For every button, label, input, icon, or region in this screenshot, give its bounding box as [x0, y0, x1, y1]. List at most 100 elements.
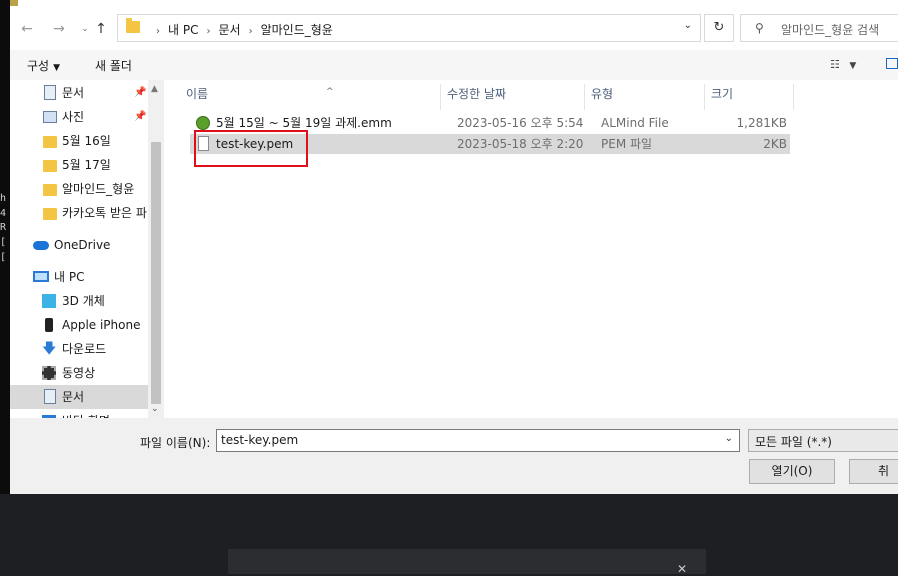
chevron-down-icon[interactable]: ⌄ — [725, 433, 733, 444]
pin-icon[interactable]: 📌 — [134, 81, 146, 105]
column-divider[interactable] — [793, 84, 794, 110]
filename-input[interactable]: test-key.pem ⌄ — [216, 429, 740, 452]
caret-down-icon: ▼ — [849, 61, 857, 71]
download-icon: 🡇 — [42, 341, 57, 357]
sidebar-item-folder[interactable]: 카카오톡 받은 파 — [10, 201, 148, 225]
terminal-char: [ — [0, 252, 7, 263]
preview-pane-icon[interactable] — [886, 58, 898, 69]
file-open-dialog: ← → ⌄ ↑ › 내 PC › 문서 › 알마인드_형윤 ⌄ ↻ ⚲ 알마인드_형윤 검… — [10, 0, 898, 494]
file-size: 1,281KB — [736, 116, 787, 130]
column-header-size[interactable]: 크기 — [711, 86, 733, 110]
cloud-icon — [33, 241, 49, 250]
filename-label: 파일 이름(N): — [140, 436, 211, 450]
sidebar-item-desktop[interactable]: 바탕 화면 — [10, 409, 148, 418]
cube-icon — [42, 294, 56, 308]
breadcrumb-item[interactable]: 알마인드_형윤 — [261, 23, 333, 37]
sidebar-item-documents[interactable]: 문서 — [10, 385, 148, 409]
scroll-up-icon[interactable]: ▲ — [151, 84, 158, 94]
sidebar-item-label: 사진 — [62, 110, 85, 124]
folder-icon — [43, 184, 57, 196]
sidebar-item-onedrive[interactable]: OneDrive — [10, 233, 148, 257]
video-icon — [42, 366, 56, 380]
refresh-button[interactable]: ↻ — [704, 14, 734, 42]
scroll-down-icon[interactable]: ⌄ — [151, 404, 159, 414]
sidebar-item-folder[interactable]: 알마인드_형윤 — [10, 177, 148, 201]
file-type: PEM 파일 — [601, 137, 653, 151]
column-divider[interactable] — [584, 84, 585, 110]
column-header-date[interactable]: 수정한 날짜 — [447, 86, 506, 110]
picture-icon — [43, 111, 57, 123]
sidebar-item-label: 5월 16일 — [62, 134, 111, 148]
cancel-button[interactable]: 취소 — [849, 459, 898, 484]
open-button[interactable]: 열기(O) — [749, 459, 835, 484]
breadcrumb-item[interactable]: 내 PC — [168, 23, 198, 37]
filename-value: test-key.pem — [221, 433, 299, 447]
file-type: ALMind File — [601, 116, 669, 130]
search-icon: ⚲ — [755, 21, 764, 35]
filter-value: 모든 파일 (*.*) — [755, 435, 832, 449]
sidebar-item-pictures[interactable]: 사진 📌 — [10, 105, 148, 129]
sidebar-item-label: 문서 — [62, 390, 85, 404]
search-input[interactable]: ⚲ 알마인드_형윤 검색 — [740, 14, 898, 42]
organize-button[interactable]: 구성 ▼ — [27, 57, 60, 74]
terminal-char: h — [0, 193, 7, 204]
almind-file-icon — [196, 116, 210, 130]
phone-icon — [45, 318, 53, 332]
back-arrow-icon[interactable]: ← — [16, 18, 38, 40]
file-date: 2023-05-16 오후 5:54 — [457, 116, 584, 130]
document-icon — [44, 389, 56, 404]
sidebar-item-label: 알마인드_형윤 — [62, 182, 135, 196]
chevron-right-icon: › — [206, 26, 211, 37]
terminal-char: R — [0, 222, 7, 233]
search-placeholder: 알마인드_형윤 검색 — [781, 23, 880, 37]
chevron-right-icon: › — [156, 26, 160, 37]
dialog-icon — [10, 0, 18, 6]
view-options-button[interactable]: ☷ ▼ — [830, 58, 856, 71]
pc-icon — [33, 271, 49, 282]
column-header-type[interactable]: 유형 — [591, 86, 613, 110]
sidebar-item-documents-pinned[interactable]: 문서 📌 — [10, 81, 148, 105]
forward-arrow-icon[interactable]: → — [48, 18, 70, 40]
breadcrumb-item[interactable]: 문서 — [218, 23, 240, 37]
file-size: 2KB — [763, 137, 787, 151]
terminal-char: [ — [0, 237, 7, 248]
sidebar-item-label: Apple iPhone — [62, 318, 141, 332]
sidebar-item-label: 카카오톡 받은 파 — [62, 206, 147, 220]
annotation-highlight-box — [194, 130, 308, 167]
document-icon — [44, 85, 56, 100]
folder-icon — [43, 208, 57, 220]
folder-icon — [43, 136, 57, 148]
sidebar-item-label: 동영상 — [62, 366, 96, 380]
sidebar-item-3d-objects[interactable]: 3D 개체 — [10, 289, 148, 313]
new-folder-button[interactable]: 새 폴더 — [95, 57, 132, 74]
sidebar-item-downloads[interactable]: 🡇 다운로드 — [10, 337, 148, 361]
background-terminal: h 4 R [ [ — [0, 0, 10, 574]
column-divider[interactable] — [440, 84, 441, 110]
pin-icon[interactable]: 📌 — [134, 105, 146, 129]
sidebar-item-label: 3D 개체 — [62, 294, 105, 308]
navigation-pane: 문서 📌 사진 📌 5월 16일 5월 17일 알마인드_형윤 카카오톡 받은 … — [10, 80, 164, 418]
breadcrumb: › 내 PC › 문서 › 알마인드_형윤 — [148, 21, 333, 38]
sidebar-scrollbar-thumb[interactable] — [151, 142, 161, 404]
sidebar-item-label: 5월 17일 — [62, 158, 111, 172]
file-date: 2023-05-18 오후 2:20 — [457, 137, 584, 151]
column-divider[interactable] — [704, 84, 705, 110]
column-header-name[interactable]: 이름 ^ — [186, 86, 436, 110]
folder-icon — [43, 160, 57, 172]
background-panel — [228, 549, 706, 574]
up-arrow-icon[interactable]: ↑ — [90, 18, 112, 40]
chevron-down-icon[interactable]: ⌄ — [684, 20, 692, 31]
command-bar: 구성 ▼ 새 폴더 ☷ ▼ — [10, 50, 898, 80]
sidebar-item-videos[interactable]: 동영상 — [10, 361, 148, 385]
sidebar-item-label: 내 PC — [54, 270, 85, 284]
organize-label: 구성 — [27, 59, 50, 73]
sidebar-item-label: OneDrive — [54, 238, 111, 252]
sidebar-item-this-pc[interactable]: 내 PC — [10, 265, 148, 289]
sidebar-item-folder[interactable]: 5월 17일 — [10, 153, 148, 177]
address-bar[interactable]: › 내 PC › 문서 › 알마인드_형윤 ⌄ — [117, 14, 701, 42]
sidebar-item-folder[interactable]: 5월 16일 — [10, 129, 148, 153]
sidebar-item-label: 문서 — [62, 86, 85, 100]
file-type-filter[interactable]: 모든 파일 (*.*) — [748, 429, 898, 452]
list-view-icon: ☷ — [830, 58, 840, 71]
sidebar-item-iphone[interactable]: Apple iPhone — [10, 313, 148, 337]
